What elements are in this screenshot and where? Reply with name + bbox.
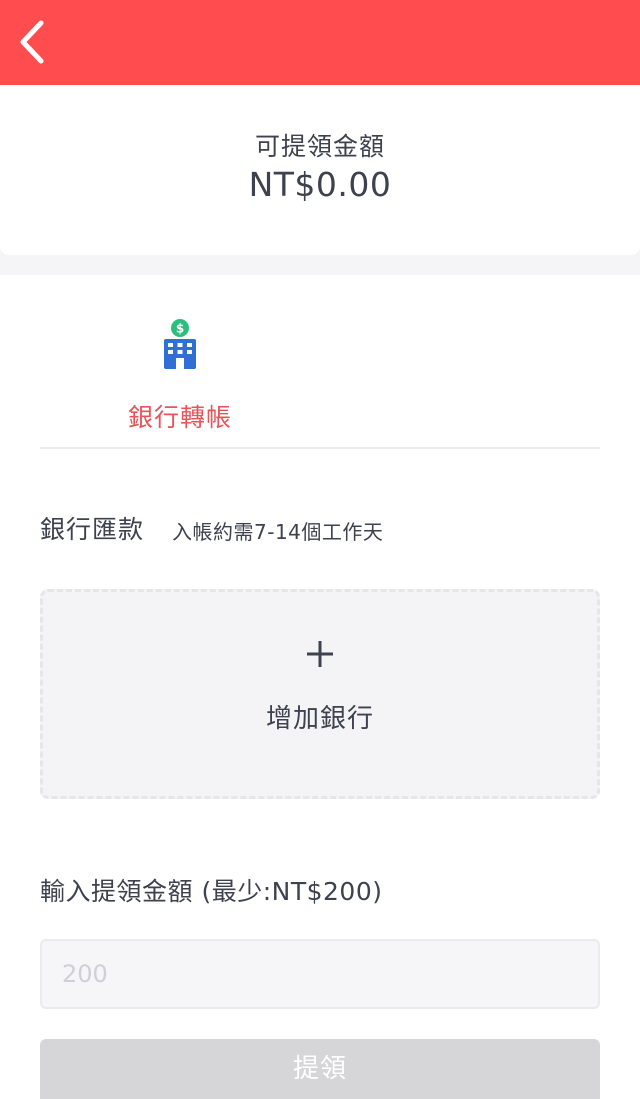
- add-bank-button[interactable]: 增加銀行: [40, 589, 600, 799]
- amount-label: 輸入提領金額 (最少:NT$200): [40, 877, 383, 906]
- bank-building-icon: $: [164, 319, 196, 369]
- section-separator: [0, 255, 640, 275]
- amount-input[interactable]: [40, 939, 600, 1009]
- balance-amount: NT$0.00: [248, 165, 392, 204]
- app-header: [0, 0, 640, 85]
- tab-bank-transfer[interactable]: $ 銀行轉帳: [110, 310, 250, 440]
- back-button[interactable]: [10, 14, 54, 70]
- plus-icon: [307, 641, 333, 667]
- divider: [40, 447, 600, 449]
- chevron-left-icon: [20, 20, 44, 64]
- add-bank-label: 增加銀行: [265, 704, 374, 734]
- balance-card: 可提領金額 NT$0.00: [0, 85, 640, 255]
- bank-section-title: 銀行匯款: [40, 515, 145, 544]
- svg-text:$: $: [176, 322, 184, 336]
- withdraw-button[interactable]: 提領: [40, 1039, 600, 1099]
- balance-label: 可提領金額: [254, 132, 385, 161]
- bank-section-note: 入帳約需7-14個工作天: [172, 520, 384, 544]
- tab-bank-transfer-label: 銀行轉帳: [127, 403, 232, 432]
